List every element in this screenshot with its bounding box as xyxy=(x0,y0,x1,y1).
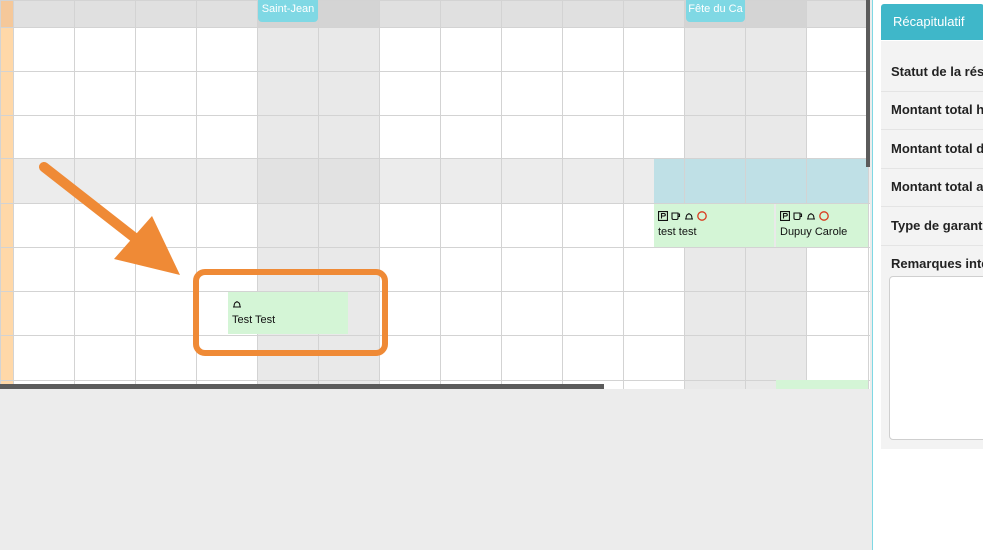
vertical-scrollbar[interactable] xyxy=(866,0,870,167)
tab-recapitulatif[interactable]: Récapitulatif xyxy=(881,4,983,40)
parking-icon xyxy=(780,211,790,221)
breakfast-cup-icon xyxy=(793,212,803,221)
circle-icon xyxy=(819,211,829,221)
summary-row-total-a: Montant total a xyxy=(881,168,983,207)
summary-row-total-ht: Montant total h xyxy=(881,91,983,130)
booking-name: Dupuy Carole xyxy=(780,226,848,238)
annotation-highlight-box xyxy=(193,269,388,356)
parking-icon xyxy=(658,211,668,221)
grid-lines xyxy=(0,0,870,389)
breakfast-cup-icon xyxy=(671,212,681,221)
summary-row-guarantee-type: Type de garant xyxy=(881,207,983,246)
circle-icon xyxy=(697,211,707,221)
booking-test-test-lower[interactable]: test test xyxy=(654,204,774,247)
remarks-textarea[interactable] xyxy=(889,276,983,440)
holiday-badge-fete: Fête du Ca xyxy=(686,0,745,22)
booking-partial-bottom[interactable] xyxy=(776,380,868,389)
planning-grid[interactable]: Saint-Jean Fête du Ca Test Test test tes… xyxy=(0,0,870,389)
booking-name: test test xyxy=(658,226,697,238)
remarks-label: Remarques inte xyxy=(891,256,983,271)
holiday-badge-saint-jean: Saint-Jean xyxy=(258,0,318,22)
booking-dupuy-carole[interactable]: Dupuy Carole xyxy=(776,204,868,247)
tab-bar: Récapitulatif xyxy=(881,0,983,42)
bell-icon xyxy=(685,213,693,220)
summary-row-status: Statut de la rés xyxy=(881,53,983,92)
horizontal-scrollbar[interactable] xyxy=(0,384,604,389)
summary-row-total-d: Montant total d xyxy=(881,130,983,169)
bell-icon xyxy=(807,213,815,220)
summary-panel: Récapitulatif Statut de la rés Montant t… xyxy=(872,0,983,550)
